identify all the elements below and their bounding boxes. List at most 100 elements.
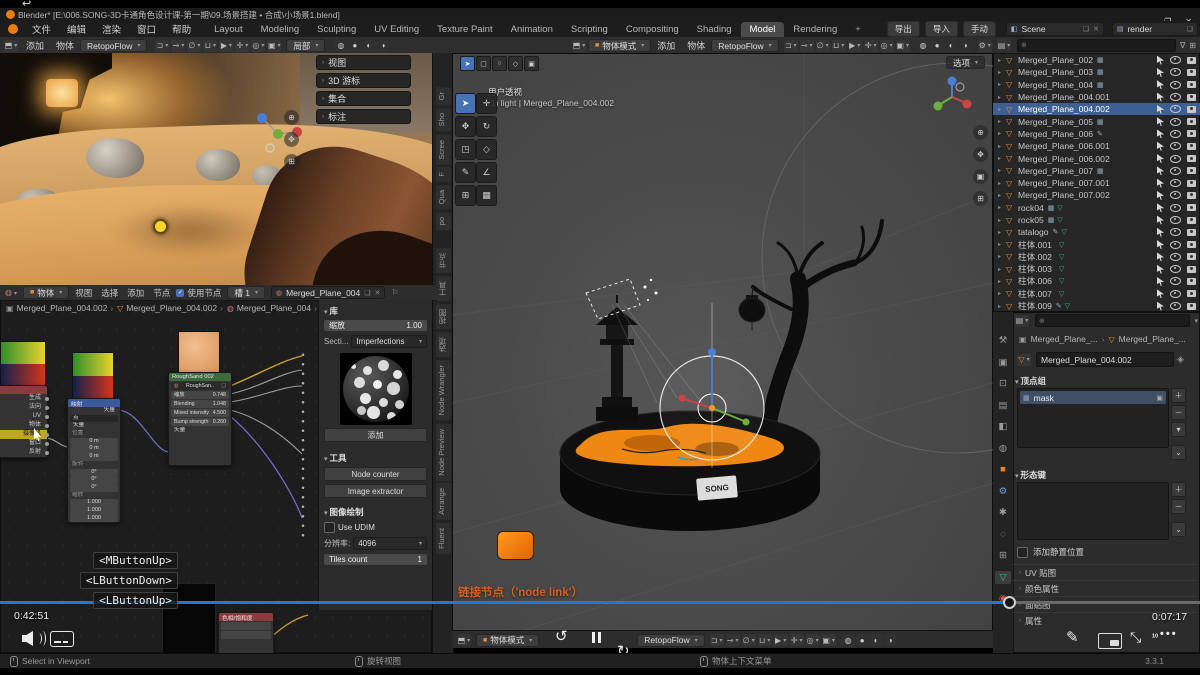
shading-icon[interactable]: ◑ <box>376 40 389 52</box>
new-scene-icon[interactable]: ❏ <box>1083 25 1089 33</box>
selectable-icon[interactable] <box>1157 105 1164 114</box>
hide-viewport-icon[interactable] <box>1170 130 1181 138</box>
expand-icon[interactable]: ▸ <box>998 180 1006 187</box>
node-value-row[interactable]: Mixed intensity4.500 <box>171 409 229 417</box>
select-mode-icon[interactable]: ○ <box>492 56 507 71</box>
editor-type-icon[interactable]: ▤ <box>997 39 1011 51</box>
selectable-icon[interactable] <box>1157 166 1164 175</box>
hide-render-icon[interactable] <box>1187 303 1196 310</box>
expand-icon[interactable]: ▸ <box>998 303 1006 310</box>
outliner-item[interactable]: ▸ ▽ Merged_Plane_004.001 <box>993 91 1200 103</box>
expand-icon[interactable]: ▸ <box>998 241 1006 248</box>
tool-button[interactable]: ⊞ <box>455 185 476 206</box>
hide-viewport-icon[interactable] <box>1170 167 1181 175</box>
sidebar-tab[interactable]: po <box>436 212 451 230</box>
remove-vertex-group-button[interactable]: － <box>1171 405 1186 420</box>
hide-viewport-icon[interactable] <box>1170 68 1181 76</box>
outliner-item[interactable]: ▸ ▽ 柱体.006 ▽ <box>993 275 1200 287</box>
selectable-icon[interactable] <box>1157 240 1164 249</box>
hide-viewport-icon[interactable] <box>1170 56 1181 64</box>
node-output-socket[interactable]: 物体 <box>0 421 47 430</box>
expand-icon[interactable]: ▸ <box>998 57 1006 64</box>
nav-icon[interactable]: ⊕ <box>284 110 299 125</box>
node-value-row[interactable]: Bump strength0.260 <box>171 418 229 426</box>
workspace-tab[interactable]: Scripting <box>562 22 617 37</box>
breadcrumb-object[interactable]: Merged_Plane_... <box>1031 334 1098 344</box>
properties-tab-icon[interactable]: ▣ <box>995 356 1011 369</box>
node-row[interactable]: 1.000 <box>70 507 118 515</box>
node-output-socket[interactable]: 摄像机 <box>0 430 47 439</box>
group-node[interactable]: RoughSand 002 ◍RoughSan..❏ 缩放0.748Blendi… <box>168 372 232 466</box>
sidebar-tab[interactable]: 视图 <box>436 304 451 329</box>
main-3d-viewport[interactable]: SONG ➤▢○◇▣ 选项 用户透视 (1) light | Merged <box>452 53 993 648</box>
vertex-groups-panel-header[interactable]: 顶点组 <box>1015 375 1046 387</box>
tiles-count-field[interactable]: Tiles count1 <box>324 554 427 565</box>
shading-icon[interactable]: ◐ <box>362 40 375 52</box>
nav-icon[interactable]: ⊞ <box>284 154 299 169</box>
expand-icon[interactable]: ▸ <box>998 192 1006 199</box>
expand-icon[interactable]: ▸ <box>998 278 1006 285</box>
mapping-node[interactable]: 映射 矢量点矢量位置0 m0 m0 m旋转0°0°0°缩放1.0001.0001… <box>67 398 121 523</box>
checkbox-unchecked-icon[interactable] <box>324 522 335 533</box>
expand-icon[interactable]: ▸ <box>998 217 1006 224</box>
shading-icon[interactable]: ◐ <box>945 40 958 52</box>
n-panel-section[interactable]: ›集合 <box>316 91 411 106</box>
expand-icon[interactable]: ▸ <box>998 229 1006 236</box>
properties-tab-icon[interactable]: ⚙ <box>995 485 1011 498</box>
add-vertex-group-button[interactable]: ＋ <box>1171 388 1186 403</box>
toolbar-icon[interactable]: ✛ <box>864 40 878 52</box>
expand-icon[interactable]: ▸ <box>998 167 1006 174</box>
new-layer-icon[interactable]: ❏ <box>1187 25 1193 33</box>
unlink-icon[interactable]: ✕ <box>375 289 381 297</box>
selectable-icon[interactable] <box>1157 142 1164 151</box>
outliner-item[interactable]: ▸ ▽ 柱体.001 ▽ <box>993 238 1200 250</box>
tool-button[interactable]: ✛ <box>476 93 497 114</box>
hide-render-icon[interactable] <box>1187 266 1196 273</box>
retopoflow-menu[interactable]: RetopoFlow <box>80 39 147 52</box>
hide-render-icon[interactable] <box>1187 94 1196 101</box>
workspace-tab[interactable]: Animation <box>502 22 562 37</box>
doc-button[interactable]: 手动 <box>963 21 996 37</box>
tools-panel-header[interactable]: 工具 <box>324 452 427 464</box>
toolbar-icon[interactable]: ⊔ <box>832 40 846 52</box>
properties-tab-icon[interactable]: ◍ <box>995 442 1011 455</box>
nav-icon[interactable]: ⊞ <box>973 191 988 206</box>
datablock-name-field[interactable]: Merged_Plane_004.002 <box>1036 352 1174 367</box>
tool-button[interactable]: ◳ <box>455 139 476 160</box>
rewind-10-button[interactable]: ↺10 <box>555 629 1200 644</box>
node-row[interactable]: 0° <box>70 476 118 484</box>
pin-icon[interactable]: ⚐ <box>391 288 398 297</box>
doc-button[interactable]: 导出 <box>887 21 920 37</box>
workspace-tab[interactable]: Rendering <box>784 22 846 37</box>
workspace-tab[interactable]: + <box>846 22 870 37</box>
expand-icon[interactable]: ▸ <box>998 94 1006 101</box>
outliner-item[interactable]: ▸ ▽ Merged_Plane_004 ▦ <box>993 79 1200 91</box>
render-preview-viewport[interactable]: ⊕✥⊞ ›视图›3D 游标›集合›标注 <box>0 53 432 285</box>
collapsed-panel-header[interactable]: ›UV 贴图 <box>1013 564 1197 580</box>
selectable-icon[interactable] <box>1157 154 1164 163</box>
collapsed-panel-header[interactable]: ›面贴图 <box>1013 596 1197 612</box>
hide-viewport-icon[interactable] <box>1170 265 1181 273</box>
menu-item[interactable]: 选择 <box>101 287 118 299</box>
outliner-item[interactable]: ▸ ▽ 柱体.003 ▽ <box>993 263 1200 275</box>
select-mode-icon[interactable]: ◇ <box>508 56 523 71</box>
hide-viewport-icon[interactable] <box>1170 228 1181 236</box>
tool-button[interactable]: ▦ <box>476 185 497 206</box>
scene-selector[interactable]: ◧ Scene ❏ ✕ <box>1006 22 1104 36</box>
breadcrumb-item[interactable]: ◍Merged_Plane_004› <box>227 303 317 313</box>
hide-render-icon[interactable] <box>1187 290 1196 297</box>
progress-handle[interactable] <box>1003 596 1016 609</box>
select-mode-icon[interactable]: ▣ <box>524 56 539 71</box>
toolbar-icon[interactable]: ◎ <box>251 40 265 52</box>
copy-icon[interactable]: ❏ <box>364 289 370 297</box>
workspace-tab[interactable]: Model <box>741 22 785 37</box>
toolbar-icon[interactable]: ◎ <box>880 40 894 52</box>
orange-cube-object[interactable] <box>497 531 534 560</box>
node-row[interactable]: 1.000 <box>70 499 118 507</box>
outliner-item[interactable]: ▸ ▽ Merged_Plane_005 ▦ <box>993 115 1200 127</box>
properties-tab-icon[interactable]: ✱ <box>995 506 1011 519</box>
selectable-icon[interactable] <box>1157 302 1164 311</box>
hide-viewport-icon[interactable] <box>1170 142 1181 150</box>
library-panel-header[interactable]: 库 <box>324 305 427 317</box>
workspace-tab[interactable]: Sculpting <box>308 22 365 37</box>
